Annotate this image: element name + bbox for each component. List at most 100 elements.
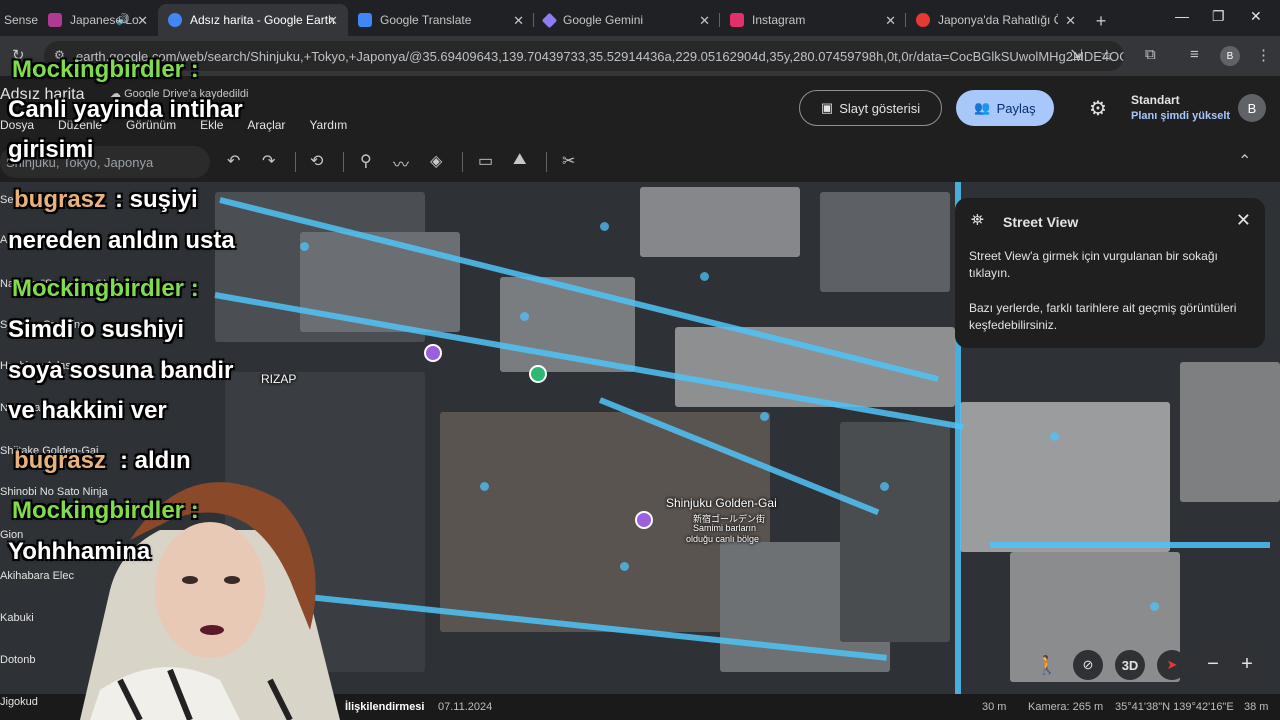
undo-icon[interactable]: ↶ xyxy=(227,151,240,171)
building xyxy=(1180,362,1280,502)
menu-tools[interactable]: Araçlar xyxy=(247,118,285,132)
people-icon: 👥 xyxy=(974,100,991,115)
map-poi-pin[interactable] xyxy=(529,365,547,383)
tab-google-earth[interactable]: Adsız harita - Google Earth ✕ xyxy=(158,4,348,36)
golden-gai-desc: Samimi barların xyxy=(693,523,757,533)
street-view-panel: ⛯ Street View ✕ Street View'a girmek içi… xyxy=(955,198,1265,348)
url-field[interactable]: ⚙ earth.google.com/web/search/Shinjuku,+… xyxy=(44,41,1124,71)
camera-altitude: Kamera: 265 m xyxy=(1028,701,1104,713)
minimize-icon[interactable]: — xyxy=(1175,8,1189,24)
close-icon[interactable]: ✕ xyxy=(137,13,148,29)
earth-toolbar: ↶ ↷ ⟲ ⚲ 〰 ◈ ▭ ⛰ ✂ ⌃ xyxy=(0,142,1280,182)
account-avatar[interactable]: B xyxy=(1238,94,1266,122)
collapse-chevron-icon[interactable]: ⌃ xyxy=(1238,151,1251,171)
place-item[interactable]: Kabuki xyxy=(0,612,34,624)
place-item[interactable]: Jigokud xyxy=(0,696,38,708)
building xyxy=(640,187,800,257)
attribution-link[interactable]: İlişkilendirmesi xyxy=(345,701,424,713)
close-icon[interactable]: ✕ xyxy=(327,13,338,29)
tab-japanese-lo[interactable]: Japanese Lo 🔊 ✕ xyxy=(38,4,158,36)
close-icon[interactable]: ✕ xyxy=(1065,13,1076,29)
chat-message: ve hakkini ver xyxy=(8,397,167,424)
tab-label: Sensei xyxy=(4,13,38,27)
youtube-favicon-icon xyxy=(916,13,930,27)
street-highlight[interactable] xyxy=(990,542,1270,548)
chat-message: girisimi xyxy=(8,136,94,163)
window-close-icon[interactable]: ✕ xyxy=(1250,8,1262,25)
tilt-toggle-icon[interactable]: ⊘ xyxy=(1073,650,1103,680)
history-icon[interactable]: ⟲ xyxy=(310,151,323,171)
golden-gai-label[interactable]: Shinjuku Golden-Gai xyxy=(666,496,777,510)
zoom-in-icon[interactable]: + xyxy=(1241,653,1253,676)
chat-username: bugrasz xyxy=(14,186,107,213)
tab-label: Adsız harita - Google Earth xyxy=(190,13,335,27)
chat-message: : aldın xyxy=(120,447,191,474)
chat-username: Mockingbirdler : xyxy=(12,56,199,83)
chat-username: bugrasz xyxy=(14,447,107,474)
slideshow-button[interactable]: ▣ Slayt gösterisi xyxy=(799,90,942,126)
chat-message: Yohhhamina xyxy=(8,538,151,565)
chat-username: Mockingbirdler : xyxy=(12,275,199,302)
measure-icon[interactable]: ▭ xyxy=(478,151,493,171)
image-overlay-icon[interactable]: ⛰ xyxy=(513,151,526,169)
3d-toggle-button[interactable]: 3D xyxy=(1115,650,1145,680)
plan-title: Standart xyxy=(1131,93,1180,107)
url-text: earth.google.com/web/search/Shinjuku,+To… xyxy=(76,49,1124,64)
road-area xyxy=(840,422,950,642)
install-app-icon[interactable]: ⇲ xyxy=(1070,46,1083,64)
tab-label: Google Gemini xyxy=(563,13,644,27)
speaker-icon[interactable]: 🔊 xyxy=(116,13,130,26)
zoom-out-icon[interactable]: − xyxy=(1207,653,1219,676)
tab-google-gemini[interactable]: Google Gemini ✕ xyxy=(534,4,720,36)
profile-avatar[interactable]: B xyxy=(1220,46,1240,66)
tools-icon[interactable]: ✂ xyxy=(562,151,575,171)
new-tab-button[interactable]: + xyxy=(1086,6,1116,36)
maximize-icon[interactable]: ❐ xyxy=(1212,8,1225,25)
scale-bar: 30 m xyxy=(982,701,1007,713)
golden-gai-desc: olduğu canlı bölge xyxy=(686,534,760,544)
close-icon[interactable]: ✕ xyxy=(699,13,710,29)
layers-icon[interactable]: ◈ xyxy=(430,151,442,171)
pegman-icon: ⛯ xyxy=(971,212,984,229)
place-item[interactable]: Dotonb xyxy=(0,654,35,666)
chat-message: Simdi o sushiyi xyxy=(8,316,185,343)
earth-favicon-icon xyxy=(168,13,182,27)
zoom-control: − + xyxy=(1196,648,1264,680)
browser-tab-bar: Sensei Japanese Lo 🔊 ✕ Adsız harita - Go… xyxy=(0,0,1280,36)
gemini-favicon-icon xyxy=(541,12,558,28)
placemark-icon[interactable]: ⚲ xyxy=(360,151,372,171)
map-poi-pin[interactable] xyxy=(424,344,442,362)
tab-google-translate[interactable]: Google Translate ✕ xyxy=(348,4,534,36)
close-icon[interactable]: ✕ xyxy=(513,13,524,29)
bookmark-star-icon[interactable]: ☆ xyxy=(1100,46,1113,64)
place-item[interactable]: A xyxy=(0,234,7,246)
browser-menu-icon[interactable]: ⋮ xyxy=(1256,46,1271,64)
chat-username: Mockingbirdler : xyxy=(12,497,199,524)
share-label: Paylaş xyxy=(996,100,1036,116)
extensions-icon[interactable]: ⧉ xyxy=(1145,46,1156,63)
chat-message: nereden anldın usta xyxy=(8,227,235,254)
media-icon[interactable]: ≡ xyxy=(1190,46,1199,63)
chat-message: soya sosuna bandir xyxy=(8,357,234,384)
tab-sensei[interactable]: Sensei xyxy=(0,4,38,36)
golden-gai-pin[interactable] xyxy=(635,511,653,529)
building xyxy=(820,192,950,292)
tab-label: Instagram xyxy=(752,13,806,27)
coordinates: 35°41'38"N 139°42'16"E xyxy=(1115,701,1234,713)
street-view-text: Bazı yerlerde, farklı tarihlere ait geçm… xyxy=(969,301,1237,332)
path-icon[interactable]: 〰 xyxy=(393,151,409,175)
pegman-icon[interactable]: 🚶 xyxy=(1032,650,1062,680)
redo-icon[interactable]: ↷ xyxy=(262,151,275,171)
translate-favicon-icon xyxy=(358,13,372,27)
close-icon[interactable]: ✕ xyxy=(1236,210,1251,231)
tab-japonya[interactable]: Japonya'da Rahatlığı Ön Pl ✕ xyxy=(906,4,1086,36)
tab-instagram[interactable]: Instagram ✕ xyxy=(720,4,906,36)
settings-gear-icon[interactable]: ⚙ xyxy=(1089,96,1107,121)
close-icon[interactable]: ✕ xyxy=(885,13,896,29)
tab-favicon-icon xyxy=(48,13,62,27)
menu-help[interactable]: Yardım xyxy=(309,118,347,132)
slideshow-icon: ▣ xyxy=(820,100,834,115)
compass-icon[interactable]: ➤ xyxy=(1157,650,1187,680)
share-button[interactable]: 👥 Paylaş xyxy=(956,90,1054,126)
plan-upgrade-link[interactable]: Planı şimdi yükselt xyxy=(1131,110,1230,122)
